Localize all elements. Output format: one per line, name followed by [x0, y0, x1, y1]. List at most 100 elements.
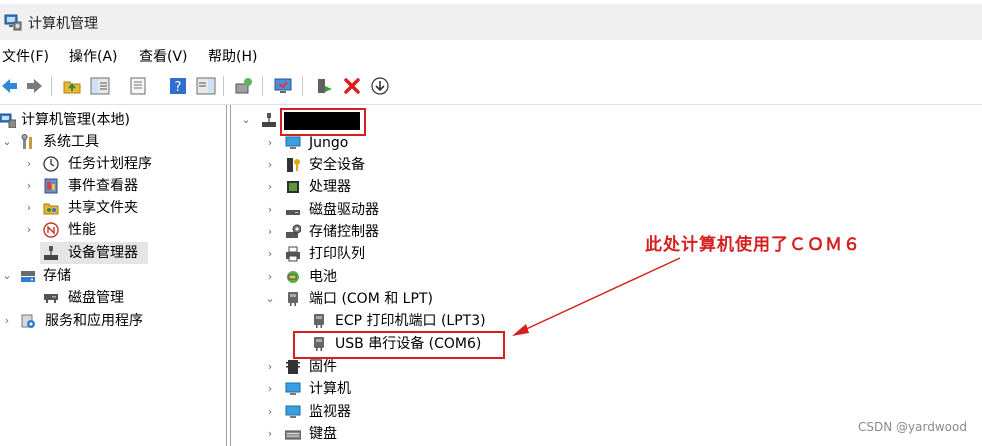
storage-controller-icon: [286, 224, 301, 238]
help-icon[interactable]: ?: [168, 76, 188, 96]
device-category-label: 安全设备: [309, 157, 365, 173]
device-category-computer[interactable]: › 计算机: [265, 378, 565, 400]
collapse-chevron-icon[interactable]: ⌄: [241, 109, 251, 131]
toolbar: ?: [0, 68, 982, 105]
monitor-icon[interactable]: [273, 76, 293, 96]
expand-chevron-icon[interactable]: ›: [265, 423, 275, 445]
device-manager-icon: [44, 246, 58, 260]
expand-chevron-icon[interactable]: ›: [24, 197, 34, 219]
update-driver-icon[interactable]: [370, 76, 390, 96]
device-category-firmware[interactable]: › 固件: [265, 356, 565, 378]
tree-item-event-viewer[interactable]: › 事件查看器: [0, 175, 224, 197]
device-category-label: 电池: [309, 269, 337, 285]
tree-item-label: 存储: [43, 268, 71, 284]
forward-icon[interactable]: [24, 76, 44, 96]
device-category-jungo[interactable]: › Jungo: [265, 132, 565, 154]
device-category-label: 键盘: [309, 426, 337, 442]
keyboard-icon: [285, 430, 301, 440]
device-category-processor[interactable]: › 处理器: [265, 176, 565, 198]
device-category-label: 磁盘驱动器: [309, 202, 379, 218]
up-folder-icon[interactable]: [62, 76, 82, 96]
svg-text:?: ?: [175, 80, 182, 95]
device-category-print-queues[interactable]: › 打印队列: [265, 243, 565, 265]
expand-chevron-icon[interactable]: ›: [265, 378, 275, 400]
processor-icon: [287, 181, 299, 193]
shared-folder-icon: [43, 203, 59, 215]
menu-action[interactable]: 操作(A): [69, 46, 118, 66]
tree-item-task-scheduler[interactable]: › 任务计划程序: [0, 153, 224, 175]
collapse-chevron-icon[interactable]: ⌄: [2, 131, 12, 153]
title-bar: 计算机管理: [0, 4, 982, 40]
toolbar-separator: [223, 76, 224, 96]
tree-item-device-manager[interactable]: 设备管理器: [40, 242, 148, 264]
expand-chevron-icon[interactable]: ›: [265, 356, 275, 378]
tree-item-services-applications[interactable]: › 服务和应用程序: [0, 310, 224, 332]
disk-drive-icon: [286, 210, 300, 215]
computer-root-icon: [262, 113, 276, 127]
expand-chevron-icon[interactable]: ›: [24, 153, 34, 175]
clock-icon: [43, 156, 59, 172]
port-icon: [288, 292, 298, 306]
computer-management-icon: [4, 14, 22, 31]
tree-item-system-tools[interactable]: ⌄ 系统工具: [0, 131, 224, 153]
tree-item-computer-management[interactable]: 计算机管理(本地): [0, 109, 224, 131]
menu-help[interactable]: 帮助(H): [208, 46, 257, 66]
device-category-keyboards[interactable]: › 键盘: [265, 423, 565, 445]
disk-management-icon: [44, 294, 58, 303]
jungo-icon: [285, 136, 301, 149]
tree-item-storage[interactable]: ⌄ 存储: [0, 265, 224, 287]
tree-item-label: 服务和应用程序: [45, 313, 143, 329]
menu-view[interactable]: 查看(V): [139, 46, 188, 66]
tree-item-label: 事件查看器: [68, 178, 138, 194]
redacted-computer-name: [284, 112, 360, 130]
tree-item-disk-management[interactable]: 磁盘管理: [0, 287, 224, 309]
tree-item-label: 系统工具: [43, 134, 99, 150]
back-icon[interactable]: [0, 76, 20, 96]
show-hide-tree-icon[interactable]: [90, 76, 110, 96]
action-pane-icon[interactable]: [196, 76, 216, 96]
performance-icon: [43, 222, 59, 238]
tree-item-label: 共享文件夹: [68, 200, 138, 216]
collapse-chevron-icon[interactable]: ⌄: [265, 288, 275, 310]
expand-chevron-icon[interactable]: ›: [265, 199, 275, 221]
uninstall-icon[interactable]: [342, 76, 362, 96]
expand-chevron-icon[interactable]: ›: [265, 401, 275, 423]
highlight-com6: [293, 331, 505, 359]
expand-chevron-icon[interactable]: ›: [265, 132, 275, 154]
scan-hardware-icon[interactable]: [234, 76, 254, 96]
expand-chevron-icon[interactable]: ›: [24, 219, 34, 241]
security-device-icon: [287, 158, 300, 172]
tree-item-shared-folders[interactable]: › 共享文件夹: [0, 197, 224, 219]
expand-chevron-icon[interactable]: ›: [24, 175, 34, 197]
expand-chevron-icon[interactable]: ›: [265, 266, 275, 288]
device-category-ports[interactable]: ⌄ 端口 (COM 和 LPT): [265, 288, 565, 310]
device-category-label: 打印队列: [309, 246, 365, 262]
tree-item-label: 性能: [68, 222, 96, 238]
device-category-label: 处理器: [309, 179, 351, 195]
expand-chevron-icon[interactable]: ›: [265, 176, 275, 198]
expand-chevron-icon[interactable]: ›: [265, 221, 275, 243]
properties-icon[interactable]: [128, 76, 148, 96]
device-category-security[interactable]: › 安全设备: [265, 154, 565, 176]
enable-device-icon[interactable]: [314, 76, 334, 96]
tree-item-performance[interactable]: › 性能: [0, 219, 224, 241]
tree-item-label: 计算机管理(本地): [21, 112, 130, 128]
port-icon: [314, 314, 324, 328]
device-category-label: 固件: [309, 359, 337, 375]
expand-chevron-icon[interactable]: ›: [265, 154, 275, 176]
device-label: ECP 打印机端口 (LPT3): [335, 313, 486, 329]
device-category-monitors[interactable]: › 监视器: [265, 401, 565, 423]
annotation-text: 此处计算机使用了ＣＯＭ６: [645, 235, 861, 255]
device-tree-pane: ⌄ › Jungo › 安全设备 › 处理器 › 磁盘驱动器 › 存储控制器 ›…: [230, 105, 982, 446]
battery-icon: [287, 271, 299, 283]
menu-file[interactable]: 文件(F): [2, 46, 49, 66]
device-ecp-printer-port[interactable]: ECP 打印机端口 (LPT3): [311, 310, 551, 332]
device-category-battery[interactable]: › 电池: [265, 266, 565, 288]
tree-item-label: 任务计划程序: [68, 156, 152, 172]
expand-chevron-icon[interactable]: ›: [2, 310, 12, 332]
expand-chevron-icon[interactable]: ›: [265, 243, 275, 265]
computer-icon: [285, 382, 301, 395]
collapse-chevron-icon[interactable]: ⌄: [2, 265, 12, 287]
device-category-storage-controllers[interactable]: › 存储控制器: [265, 221, 565, 243]
device-category-disk-drives[interactable]: › 磁盘驱动器: [265, 199, 565, 221]
